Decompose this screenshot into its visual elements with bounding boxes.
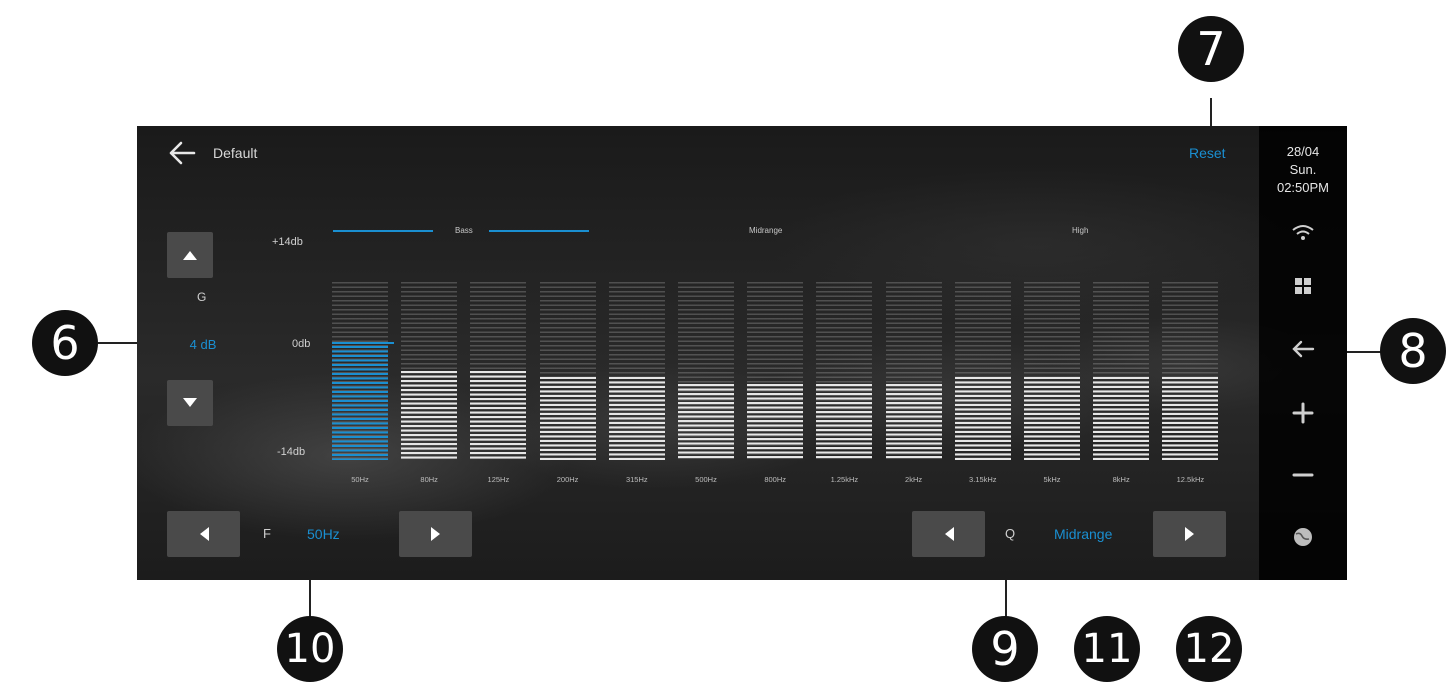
zero-level-marker [332,342,394,344]
eq-band-2[interactable] [470,282,527,460]
eq-band-level [885,384,942,460]
freq-label: 3.15kHz [969,475,997,484]
eq-band-1[interactable] [401,282,458,460]
status-date: 28/04 [1286,144,1320,159]
volume-down-icon[interactable] [1290,464,1316,486]
globe-icon[interactable] [1290,526,1316,548]
callout-7: 7 [1178,16,1244,82]
freq-label: 500Hz [695,475,717,484]
preset-name: Default [213,145,258,161]
freq-label: 315Hz [625,475,648,484]
grid-icon[interactable] [1290,276,1316,298]
callout-11: 11 [1074,616,1140,682]
freq-label: 80Hz [420,475,438,484]
frequency-value: 50Hz [307,526,340,542]
freq-label: 8kHz [1112,475,1130,484]
eq-band-level [816,384,873,460]
frequency-label: F [263,526,271,541]
eq-band-12[interactable] [1162,282,1219,460]
bass-band-line-right [489,230,589,232]
equalizer-screen: Default Reset 28/04 Sun. 02:50PM G 4 dB [137,126,1347,580]
status-time: 02:50PM [1276,180,1330,195]
top-bar: Default Reset [137,126,1257,181]
frequency-next-button[interactable] [399,511,472,557]
q-label: Q [1005,526,1016,541]
eq-band-level [678,384,734,460]
freq-label: 800Hz [764,475,787,484]
q-next-button[interactable] [1153,511,1226,557]
freq-label: 2kHz [905,475,923,484]
status-day: Sun. [1289,162,1317,177]
freq-label: 1.25kHz [830,475,859,484]
scale-bottom-label: -14db [277,446,306,458]
eq-band-11[interactable] [1093,282,1150,460]
freq-label: 200Hz [556,475,579,484]
eq-band-level [470,371,527,460]
eq-band-level [608,377,665,460]
band-high-label: High [1072,226,1089,235]
freq-label: 125Hz [487,475,510,484]
frequency-prev-button[interactable] [167,511,240,557]
eq-band-0[interactable] [332,282,388,460]
band-bass-label: Bass [455,226,473,235]
eq-band-6[interactable] [747,282,804,460]
triangle-left-icon [944,527,954,541]
q-prev-button[interactable] [912,511,985,557]
eq-band-8[interactable] [885,282,942,460]
eq-band-level [401,371,458,460]
back-arrow-icon[interactable] [167,140,197,166]
gain-down-button[interactable] [167,380,213,426]
scale-zero-label: 0db [292,338,311,350]
eq-band-level [747,384,804,460]
eq-band-level [539,377,596,460]
eq-band-3[interactable] [539,282,596,460]
eq-band-4[interactable] [608,282,665,460]
freq-label: 50Hz [351,475,369,484]
callout-12: 12 [1176,616,1242,682]
callout-8: 8 [1380,318,1446,384]
eq-band-7[interactable] [816,282,873,460]
eq-band-level [1093,377,1150,460]
triangle-right-icon [1184,527,1194,541]
triangle-left-icon [199,527,209,541]
callout-6: 6 [32,310,98,376]
scale-top-label: +14db [272,236,303,248]
eq-band-level [1162,377,1219,460]
q-value: Midrange [1054,526,1113,542]
gain-value: 4 dB [189,337,217,352]
gain-label: G [197,290,207,304]
back-arrow-icon[interactable] [1290,338,1316,360]
reset-button[interactable]: Reset [1189,145,1226,161]
band-midrange-label: Midrange [749,226,783,235]
freq-label: 12.5kHz [1176,475,1205,484]
eq-band-10[interactable] [1024,282,1080,460]
bass-band-line-left [333,230,433,232]
eq-band-level [332,346,388,460]
eq-band-level [954,377,1011,460]
triangle-up-icon [183,251,197,260]
eq-band-5[interactable] [678,282,734,460]
callout-9: 9 [972,616,1038,682]
triangle-right-icon [430,527,440,541]
eq-band-level [1024,377,1080,460]
equalizer-bars [332,282,1222,460]
callout-10: 10 [277,616,343,682]
gain-up-button[interactable] [167,232,213,278]
status-sidebar: 28/04 Sun. 02:50PM [1259,126,1347,580]
volume-up-icon[interactable] [1290,402,1316,424]
eq-band-9[interactable] [954,282,1011,460]
triangle-down-icon [183,398,197,407]
freq-label: 5kHz [1043,475,1061,484]
wifi-icon[interactable] [1290,222,1316,244]
